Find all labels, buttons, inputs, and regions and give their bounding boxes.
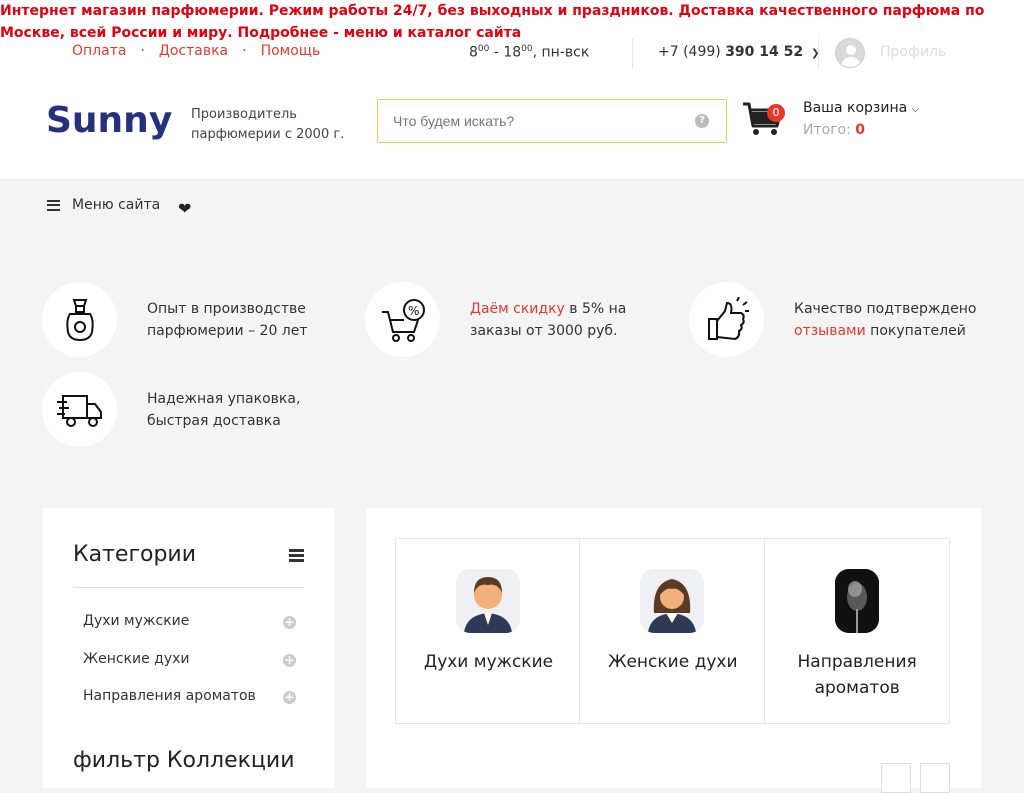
- announcement-banner: Интернет магазин парфюмерии. Режим работ…: [0, 3, 985, 41]
- link-delivery[interactable]: Доставка: [159, 43, 228, 59]
- feature-quality: Качество подтверждено отзывами покупателе…: [689, 282, 976, 357]
- expand-plus-icon[interactable]: +: [283, 691, 296, 704]
- link-help[interactable]: Помощь: [261, 43, 321, 59]
- feature-delivery: Надежная упаковка, быстрая доставка: [42, 372, 300, 447]
- hamburger-icon: [47, 199, 60, 211]
- feature-discount: % Даём скидку в 5% на заказы от 3000 руб.: [365, 282, 626, 357]
- chevron-down-icon: ⌵: [911, 104, 920, 115]
- top-links: Оплата · Доставка · Помощь: [72, 43, 320, 59]
- help-icon[interactable]: ?: [695, 114, 709, 128]
- search-input[interactable]: [378, 100, 678, 142]
- menu-bar: Меню сайта ❤: [0, 180, 1024, 232]
- heart-icon[interactable]: ❤: [178, 199, 191, 218]
- site-menu-button[interactable]: Меню сайта: [47, 197, 160, 213]
- tagline: Производитель парфюмерии с 2000 г.: [191, 107, 345, 142]
- list-icon[interactable]: [289, 549, 304, 562]
- cart-title[interactable]: Ваша корзина ⌵: [803, 100, 919, 116]
- expand-plus-icon[interactable]: +: [283, 654, 296, 667]
- phone-dropdown[interactable]: +7 (499) 390 14 52 ❯: [658, 44, 820, 60]
- categories-sidebar: Категории Духи мужские + Женские духи + …: [43, 508, 334, 788]
- reviews-link[interactable]: отзывами: [794, 323, 866, 339]
- separator-dot: ·: [242, 43, 247, 59]
- separator-dot: ·: [140, 43, 145, 59]
- sidebar-item-aromas[interactable]: Направления ароматов: [83, 688, 256, 704]
- category-label: Духи мужские: [423, 652, 554, 672]
- category-card-women[interactable]: Женские духи: [580, 539, 765, 723]
- profile-label[interactable]: Профиль: [880, 44, 946, 60]
- category-label: Направления ароматов: [797, 652, 917, 698]
- category-panel: Духи мужские Женские духи Направления ар…: [366, 508, 981, 793]
- filter-title: фильтр Коллекции: [73, 748, 295, 773]
- feature-experience: Опыт в производстве парфюмерии – 20 лет: [42, 282, 308, 357]
- sidebar-title: Категории: [73, 542, 197, 567]
- cart-total: Итого: 0: [803, 122, 866, 138]
- perfume-bottle-icon: [42, 282, 117, 357]
- divider: [73, 587, 304, 588]
- category-card-aromas[interactable]: Направления ароматов: [765, 539, 949, 723]
- delivery-truck-icon: [42, 372, 117, 447]
- expand-plus-icon[interactable]: +: [283, 616, 296, 629]
- thumbs-up-icon: [689, 282, 764, 357]
- logo[interactable]: Sunny: [46, 100, 172, 141]
- smoke-icon: [834, 569, 879, 633]
- link-payment[interactable]: Оплата: [72, 43, 126, 59]
- category-grid: Духи мужские Женские духи Направления ар…: [395, 538, 950, 724]
- discount-link[interactable]: Даём скидку: [470, 301, 565, 317]
- search-box: ?: [377, 99, 727, 143]
- category-label: Женские духи: [608, 652, 738, 672]
- woman-avatar-icon: [640, 569, 705, 633]
- header: Sunny Производитель парфюмерии с 2000 г.…: [0, 80, 1024, 180]
- category-card-men[interactable]: Духи мужские: [396, 539, 581, 723]
- working-hours: 800 - 1800, пн-вск: [469, 44, 590, 61]
- man-avatar-icon: [456, 569, 520, 633]
- svg-text:%: %: [408, 304, 419, 318]
- sidebar-item-women[interactable]: Женские духи: [83, 651, 190, 667]
- cart-discount-icon: %: [365, 282, 440, 357]
- cart-count-badge: 0: [767, 104, 785, 122]
- sidebar-item-men[interactable]: Духи мужские: [83, 613, 189, 629]
